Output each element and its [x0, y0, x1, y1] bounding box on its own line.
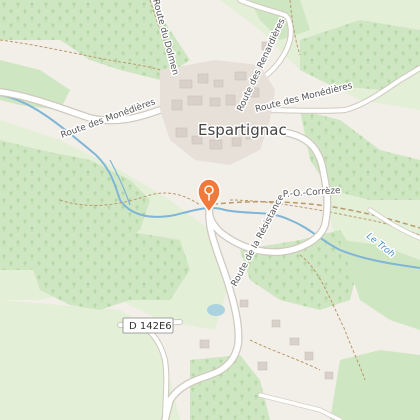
road-shield-d142e6: D 142E6	[122, 317, 174, 334]
place-label-espartignac: Espartignac	[198, 121, 287, 139]
road-shield-label: D 142E6	[129, 321, 172, 332]
map-svg[interactable]: Espartignac Route des Monédières Route d…	[0, 0, 420, 420]
pond	[207, 304, 225, 316]
map-canvas[interactable]: Espartignac Route des Monédières Route d…	[0, 0, 420, 420]
